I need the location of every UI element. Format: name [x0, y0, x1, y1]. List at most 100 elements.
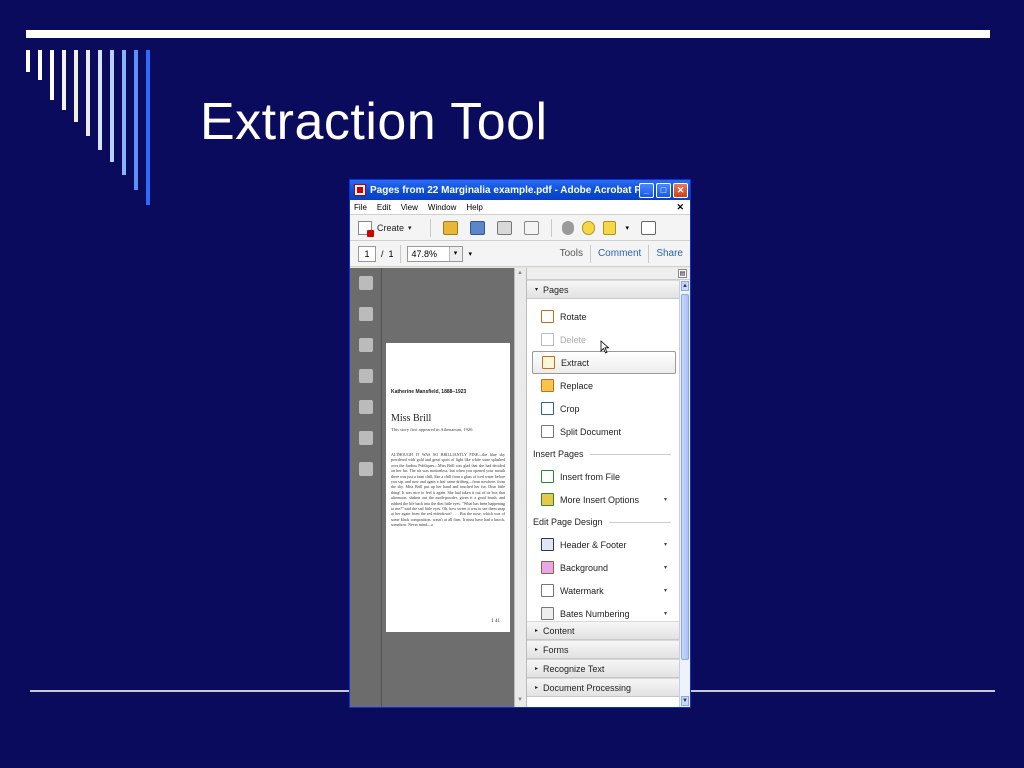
replace-tool[interactable]: Replace — [527, 374, 681, 397]
more-tools-caret-icon[interactable]: ▾ — [626, 224, 630, 232]
tag-icon[interactable] — [358, 462, 373, 476]
watermark-icon — [541, 584, 554, 597]
chevron-down-icon[interactable]: ▾ — [664, 610, 667, 617]
page-footer-number: 1 41 — [491, 619, 500, 624]
minimize-button[interactable]: _ — [639, 182, 654, 198]
menu-help[interactable]: Help — [466, 203, 482, 212]
scroll-down-icon[interactable]: ▼ — [681, 696, 689, 706]
page-body-text: ALTHOUGH IT WAS SO BRILLIANTLY FINE—the … — [391, 452, 505, 528]
layers-icon[interactable] — [358, 369, 373, 383]
create-button[interactable]: Create ▾ — [358, 220, 412, 237]
tool-label: Background — [560, 562, 609, 573]
collapsed-arrow-icon: ▸ — [535, 647, 539, 653]
tab-comment[interactable]: Comment — [591, 248, 648, 259]
chevron-down-icon[interactable]: ▾ — [664, 564, 667, 571]
delete-icon — [541, 333, 554, 346]
tool-label: Split Document — [560, 426, 622, 437]
page-total: 1 — [388, 248, 394, 259]
menu-edit[interactable]: Edit — [377, 203, 391, 212]
edit-page-design-group: Edit Page Design — [527, 511, 681, 533]
panel-scrollbar[interactable]: ▲ ▼ — [679, 280, 690, 707]
decorative-bar — [110, 50, 114, 162]
tool-label: Delete — [560, 334, 587, 345]
menu-view[interactable]: View — [401, 203, 418, 212]
section-content-header[interactable]: ▸ Content — [527, 621, 681, 640]
comment-icon[interactable] — [581, 220, 595, 235]
document-scrollbar[interactable]: ▲ ▼ — [514, 268, 526, 707]
panel-options-icon[interactable]: ▤ — [678, 269, 687, 278]
split-icon — [541, 425, 554, 438]
email-icon[interactable] — [523, 220, 539, 235]
section-forms-header[interactable]: ▸ Forms — [527, 640, 681, 659]
section-pages-header[interactable]: ▾ Pages — [527, 280, 681, 299]
sign-icon[interactable] — [602, 220, 616, 235]
scroll-up-icon[interactable]: ▲ — [681, 281, 689, 291]
crop-tool[interactable]: Crop — [527, 397, 681, 420]
section-document-processing-header[interactable]: ▸ Document Processing — [527, 678, 681, 697]
main-toolbar: Create ▾ ▾ — [350, 215, 690, 241]
collapsed-arrow-icon: ▸ — [535, 685, 539, 691]
scroll-down-icon[interactable]: ▼ — [517, 697, 525, 705]
open-folder-icon[interactable] — [442, 220, 458, 235]
menu-window[interactable]: Window — [428, 203, 456, 212]
decorative-bar — [134, 50, 138, 190]
window-titlebar[interactable]: Pages from 22 Marginalia example.pdf - A… — [350, 180, 690, 200]
group-rule — [608, 521, 671, 523]
extract-tool[interactable]: Extract — [532, 351, 676, 374]
fit-width-caret-icon[interactable]: ▾ — [469, 250, 473, 258]
window-title: Pages from 22 Marginalia example.pdf - A… — [370, 184, 639, 196]
decorative-bar — [146, 50, 150, 205]
attachment-icon[interactable] — [358, 338, 373, 352]
watermark-tool[interactable]: Watermark ▾ — [527, 579, 681, 602]
section-label: Pages — [543, 284, 569, 295]
toolbar-separator — [550, 218, 552, 237]
bates-icon — [541, 607, 554, 620]
document-viewport[interactable]: Katherine Mansfield, 1888–1923 Miss Bril… — [382, 268, 514, 707]
rotate-tool[interactable]: Rotate — [527, 305, 681, 328]
page-separator: / — [381, 248, 384, 259]
gear-icon[interactable] — [561, 220, 574, 235]
page-subtitle: This story first appeared in Athenaeum, … — [391, 427, 474, 432]
chevron-down-icon[interactable]: ▾ — [664, 541, 667, 548]
zoom-select[interactable]: 47.8% ▾ — [406, 245, 463, 262]
page-story-title: Miss Brill — [391, 413, 432, 424]
crop-icon — [541, 402, 554, 415]
tool-label: More Insert Options — [560, 494, 640, 505]
content-icon[interactable] — [358, 431, 373, 445]
save-icon[interactable] — [469, 220, 485, 235]
replace-icon — [541, 379, 554, 392]
tab-tools[interactable]: Tools — [553, 248, 590, 259]
panel-options-bar: ▤ — [527, 268, 690, 280]
section-recognize-text-header[interactable]: ▸ Recognize Text — [527, 659, 681, 678]
pages-icon[interactable] — [358, 276, 373, 290]
chevron-down-icon[interactable]: ▾ — [664, 587, 667, 594]
header-footer-tool[interactable]: Header & Footer ▾ — [527, 533, 681, 556]
tab-share[interactable]: Share — [649, 248, 690, 259]
pdf-page: Katherine Mansfield, 1888–1923 Miss Bril… — [386, 343, 510, 632]
background-tool[interactable]: Background ▾ — [527, 556, 681, 579]
scroll-up-icon[interactable]: ▲ — [517, 270, 525, 278]
more-insert-options-tool[interactable]: More Insert Options ▾ — [527, 488, 681, 511]
collapsed-arrow-icon: ▸ — [535, 666, 539, 672]
decorative-bar — [98, 50, 102, 150]
split-document-tool[interactable]: Split Document — [527, 420, 681, 443]
expand-icon[interactable] — [641, 220, 657, 235]
document-close-icon[interactable]: ✕ — [676, 202, 684, 213]
maximize-button[interactable]: □ — [656, 182, 671, 198]
close-button[interactable]: ✕ — [673, 182, 688, 198]
scrollbar-thumb[interactable] — [681, 294, 689, 660]
collapsed-sections: ▸ Content ▸ Forms ▸ Recognize Text ▸ Doc… — [527, 621, 681, 697]
page-number-input[interactable]: 1 — [358, 245, 376, 262]
acrobat-window: Pages from 22 Marginalia example.pdf - A… — [349, 179, 691, 708]
menu-file[interactable]: File — [354, 203, 367, 212]
zoom-dropdown-icon[interactable]: ▾ — [448, 246, 462, 261]
chevron-down-icon[interactable]: ▾ — [664, 496, 667, 503]
expanded-arrow-icon: ▾ — [535, 287, 539, 293]
group-label: Insert Pages — [533, 449, 584, 459]
tool-label: Header & Footer — [560, 539, 627, 550]
decorative-bar — [86, 50, 90, 136]
signature-icon[interactable] — [358, 400, 373, 414]
print-icon[interactable] — [496, 220, 512, 235]
insert-from-file-tool[interactable]: Insert from File — [527, 465, 681, 488]
bookmark-icon[interactable] — [358, 307, 373, 321]
